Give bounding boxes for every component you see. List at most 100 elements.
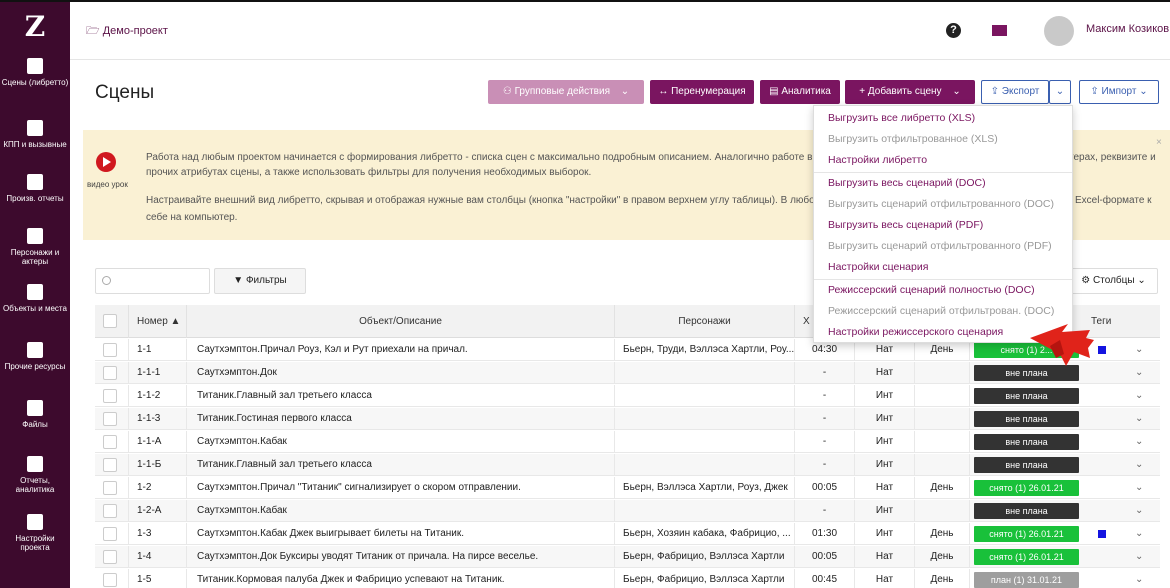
- cell-characters: Бьерн, Хозяин кабака, Фабрицио, ...: [615, 523, 795, 545]
- cell-time: 00:45: [795, 569, 855, 588]
- column-header-object[interactable]: Объект/Описание: [187, 305, 615, 338]
- cell-place: Инт: [855, 523, 915, 545]
- video-icon[interactable]: [96, 152, 116, 172]
- chevron-down-icon[interactable]: ⌄: [1135, 500, 1143, 522]
- help-icon[interactable]: ?: [946, 23, 961, 38]
- export-menu-item[interactable]: Выгрузить весь сценарий (PDF): [828, 217, 1068, 233]
- film-icon: [27, 58, 43, 74]
- export-menu-item[interactable]: Выгрузить сценарий отфильтрованного (PDF…: [828, 238, 1068, 254]
- chevron-down-icon[interactable]: ⌄: [1135, 362, 1143, 384]
- status-badge: вне плана: [974, 503, 1079, 519]
- status-badge: снято (1) 26.01.21: [974, 549, 1079, 565]
- analytics-label: Аналитика: [781, 86, 831, 97]
- export-menu-item[interactable]: Выгрузить сценарий отфильтрованного (DOC…: [828, 196, 1068, 212]
- box-icon: [27, 342, 43, 358]
- row-checkbox[interactable]: [103, 458, 117, 472]
- breadcrumb[interactable]: 🗁 Демо-проект: [86, 22, 168, 41]
- table-row[interactable]: 1-3 Саутхэмптон.Кабак Джек выигрывает бил…: [95, 523, 1160, 545]
- cell-number: 1-3: [129, 523, 187, 545]
- columns-button[interactable]: ⚙ Столбцы ⌄: [1069, 268, 1158, 294]
- sidebar-item-resources[interactable]: Прочие ресурсы: [0, 342, 70, 371]
- chevron-down-icon[interactable]: ⌄: [1135, 408, 1143, 430]
- cell-characters: Бьерн, Фабрицио, Вэллэса Хартли: [615, 546, 795, 568]
- chevron-down-icon[interactable]: ⌄: [1135, 454, 1143, 476]
- cell-number: 1-1: [129, 339, 187, 361]
- export-button[interactable]: ⇪ Экспорт: [981, 80, 1049, 104]
- renumber-button[interactable]: ↔ Перенумерация: [650, 80, 754, 104]
- group-actions-button[interactable]: ⚇ Групповые действия ⌄: [488, 80, 644, 104]
- chevron-down-icon[interactable]: ⌄: [1135, 339, 1143, 361]
- chevron-down-icon: ⌄: [1139, 86, 1148, 97]
- sidebar-item-reports[interactable]: Произв. отчеты: [0, 174, 70, 203]
- sidebar-item-scenes[interactable]: Сцены (либретто): [0, 58, 70, 87]
- export-menu-item[interactable]: Настройки сценария: [828, 259, 1068, 275]
- column-header-number[interactable]: Номер ▲: [129, 305, 187, 338]
- export-menu-item[interactable]: Выгрузить все либретто (XLS): [828, 110, 1068, 126]
- add-scene-button[interactable]: + Добавить сцену ⌄: [845, 80, 975, 104]
- row-checkbox[interactable]: [103, 412, 117, 426]
- sidebar-item-characters[interactable]: Персонажи и актеры: [0, 228, 70, 266]
- export-menu-item[interactable]: Выгрузить отфильтрованное (XLS): [828, 131, 1068, 147]
- export-menu-item[interactable]: Режиссерский сценарий полностью (DOC): [828, 282, 1068, 298]
- user-name[interactable]: Максим Козиков: [1086, 23, 1169, 35]
- close-icon[interactable]: ×: [1156, 137, 1162, 148]
- chevron-down-icon[interactable]: ⌄: [1135, 546, 1143, 568]
- sidebar-item-analytics[interactable]: Отчеты, аналитика: [0, 456, 70, 494]
- table-row[interactable]: 1-1-Б Титаник.Главный зал третьего класса…: [95, 454, 1160, 476]
- table-row[interactable]: 1-2 Саутхэмптон.Причал "Титаник" сигнализ…: [95, 477, 1160, 499]
- table-row[interactable]: 1-1-А Саутхэмптон.Кабак - Инт вне плана ⌄: [95, 431, 1160, 453]
- analytics-button[interactable]: ▤ Аналитика: [760, 80, 840, 104]
- cell-characters: [615, 362, 795, 384]
- sidebar-item-kpp[interactable]: КПП и вызывные: [0, 120, 70, 149]
- row-checkbox[interactable]: [103, 343, 117, 357]
- chart-icon: [27, 456, 43, 472]
- table-row[interactable]: 1-1-2 Титаник.Главный зал третьего класса…: [95, 385, 1160, 407]
- row-checkbox[interactable]: [103, 527, 117, 541]
- sidebar-item-files[interactable]: Файлы: [0, 400, 70, 429]
- sidebar-item-label: Настройки проекта: [15, 534, 55, 552]
- video-label[interactable]: видео урок: [87, 180, 128, 189]
- table-row[interactable]: 1-1-1 Саутхэмптон.Док - Нат вне плана ⌄: [95, 362, 1160, 384]
- row-checkbox[interactable]: [103, 435, 117, 449]
- mail-icon[interactable]: [992, 25, 1007, 36]
- table-row[interactable]: 1-1-3 Титаник.Гостиная первого класса - Инт…: [95, 408, 1160, 430]
- cell-daytime: [915, 362, 970, 384]
- import-button[interactable]: ⇪ Импорт ⌄: [1079, 80, 1159, 104]
- columns-label: Столбцы: [1093, 275, 1135, 286]
- column-header-x[interactable]: Х: [795, 305, 815, 338]
- chevron-down-icon[interactable]: ⌄: [1135, 569, 1143, 588]
- cell-characters: [615, 500, 795, 522]
- avatar[interactable]: [1044, 16, 1074, 46]
- chevron-down-icon[interactable]: ⌄: [1135, 385, 1143, 407]
- export-menu-item[interactable]: Выгрузить весь сценарий (DOC): [828, 175, 1068, 191]
- page-title: Сцены: [95, 82, 155, 103]
- row-checkbox[interactable]: [103, 389, 117, 403]
- cell-object: Саутхэмптон.Причал Роуз, Кэл и Рут приех…: [187, 339, 615, 361]
- search-input[interactable]: [95, 268, 210, 294]
- filters-label: Фильтры: [245, 275, 287, 286]
- sliders-icon: [27, 514, 43, 530]
- app-logo[interactable]: Z: [0, 10, 70, 43]
- column-header-characters[interactable]: Персонажи: [615, 305, 795, 338]
- row-checkbox[interactable]: [103, 504, 117, 518]
- sidebar-item-settings[interactable]: Настройки проекта: [0, 514, 70, 552]
- select-all-checkbox[interactable]: [103, 314, 117, 328]
- cell-number: 1-1-2: [129, 385, 187, 407]
- chevron-down-icon[interactable]: ⌄: [1135, 523, 1143, 545]
- table-row[interactable]: 1-5 Титаник.Кормовая палуба Джек и Фабриц…: [95, 569, 1160, 588]
- cell-daytime: День: [915, 546, 970, 568]
- table-row[interactable]: 1-4 Саутхэмптон.Док Буксиры уводят Титани…: [95, 546, 1160, 568]
- chevron-down-icon[interactable]: ⌄: [1135, 431, 1143, 453]
- row-checkbox[interactable]: [103, 573, 117, 587]
- chevron-down-icon[interactable]: ⌄: [1135, 477, 1143, 499]
- cell-place: Инт: [855, 408, 915, 430]
- table-row[interactable]: 1-2-А Саутхэмптон.Кабак - Инт вне плана ⌄: [95, 500, 1160, 522]
- row-checkbox[interactable]: [103, 481, 117, 495]
- filters-button[interactable]: ▼ Фильтры: [214, 268, 306, 294]
- export-dropdown-toggle[interactable]: ⌄: [1049, 80, 1071, 104]
- row-checkbox[interactable]: [103, 550, 117, 564]
- row-checkbox[interactable]: [103, 366, 117, 380]
- sidebar-item-locations[interactable]: Объекты и места: [0, 284, 70, 313]
- export-menu-item[interactable]: Режиссерский сценарий отфильтрован. (DOC…: [828, 303, 1068, 319]
- export-menu-item[interactable]: Настройки либретто: [828, 152, 1068, 168]
